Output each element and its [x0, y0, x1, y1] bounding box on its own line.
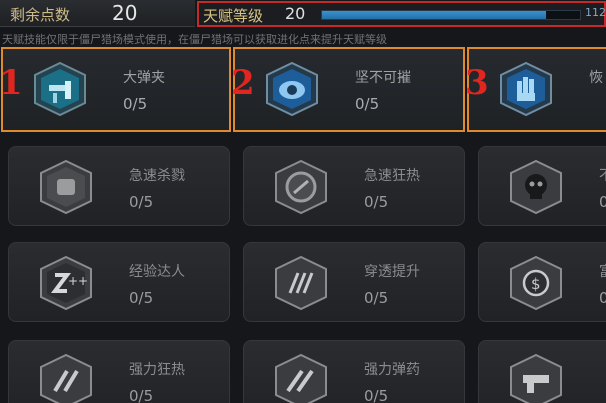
talent-level: 0/5: [364, 387, 389, 403]
talent-card-wealth[interactable]: $ 富 0: [478, 242, 606, 322]
gun-icon: [507, 353, 565, 403]
talent-name: 强力狂热: [129, 362, 185, 378]
talent-card-rapid-kill[interactable]: 急速杀戮 0/5: [8, 146, 230, 226]
power-fever-icon: [37, 353, 95, 403]
talent-card-indestructible[interactable]: 2 坚不可摧 0/5: [231, 47, 465, 132]
exp-plus-icon: ++: [37, 255, 95, 311]
skull-icon: [507, 159, 565, 215]
talent-card-big-clip[interactable]: 1 大弹夹 0/5: [0, 47, 231, 132]
talent-level-panel: 天赋等级 20 112: [197, 1, 606, 27]
power-ammo-icon: [272, 353, 330, 403]
talent-card-weapon[interactable]: [478, 340, 606, 403]
talent-card-exp-master[interactable]: ++ 经验达人 0/5: [8, 242, 230, 322]
talent-name: 穿透提升: [364, 264, 420, 280]
talent-card-power-ammo[interactable]: 强力弹药 0/5: [243, 340, 465, 403]
svg-text:++: ++: [68, 274, 88, 288]
speed-icon: [272, 159, 330, 215]
talent-level-value: 20: [285, 4, 306, 23]
fist-icon: [37, 159, 95, 215]
remaining-points-value: 20: [112, 1, 138, 25]
talent-level: 0: [599, 193, 606, 211]
claw-icon: [272, 255, 330, 311]
talent-card-rapid-fever[interactable]: 急速狂热 0/5: [243, 146, 465, 226]
coin-icon: $: [507, 255, 565, 311]
talent-name: 经验达人: [129, 264, 185, 280]
talent-notice-text: 天赋技能仅限于僵尸猎场模式使用，在僵尸猎场可以获取进化点来提升天赋等级: [2, 33, 387, 46]
talent-name: 恢: [589, 70, 603, 86]
shield-icon: [263, 61, 321, 117]
talent-level: 0/5: [129, 193, 154, 211]
talent-card-penetration[interactable]: 穿透提升 0/5: [243, 242, 465, 322]
talent-name: 强力弹药: [364, 362, 420, 378]
marker-1: 1: [0, 63, 23, 103]
talent-level: 0/5: [123, 95, 148, 113]
talent-card-recovery[interactable]: 3 恢: [465, 47, 606, 132]
talent-level: 0/5: [364, 289, 389, 307]
talent-name: 不: [599, 165, 606, 185]
talent-level-label: 天赋等级: [203, 7, 264, 25]
talent-name: 富: [599, 261, 606, 281]
talent-progress-text: 112: [585, 6, 606, 19]
hand-icon: [497, 61, 555, 117]
talent-progress-fill: [322, 11, 547, 19]
talent-name: 坚不可摧: [355, 70, 411, 86]
talent-name: 大弹夹: [123, 70, 165, 86]
talent-level: 0/5: [129, 289, 154, 307]
talent-level: 0: [599, 289, 606, 307]
remaining-points-panel: 剩余点数 20: [0, 0, 195, 27]
talent-progress-bar: [321, 10, 581, 20]
talent-level: 0/5: [355, 95, 380, 113]
talent-level: 0/5: [364, 193, 389, 211]
marker-2: 2: [231, 63, 255, 103]
remaining-points-label: 剩余点数: [10, 6, 71, 24]
talent-name: 急速杀戮: [129, 168, 185, 184]
ammo-clip-icon: [31, 61, 89, 117]
talent-level: 0/5: [129, 387, 154, 403]
talent-name: 急速狂热: [364, 168, 420, 184]
talent-card-undying[interactable]: 不 0: [478, 146, 606, 226]
svg-text:$: $: [531, 275, 541, 293]
marker-3: 3: [465, 63, 489, 103]
talent-card-power-fever[interactable]: 强力狂热 0/5: [8, 340, 230, 403]
